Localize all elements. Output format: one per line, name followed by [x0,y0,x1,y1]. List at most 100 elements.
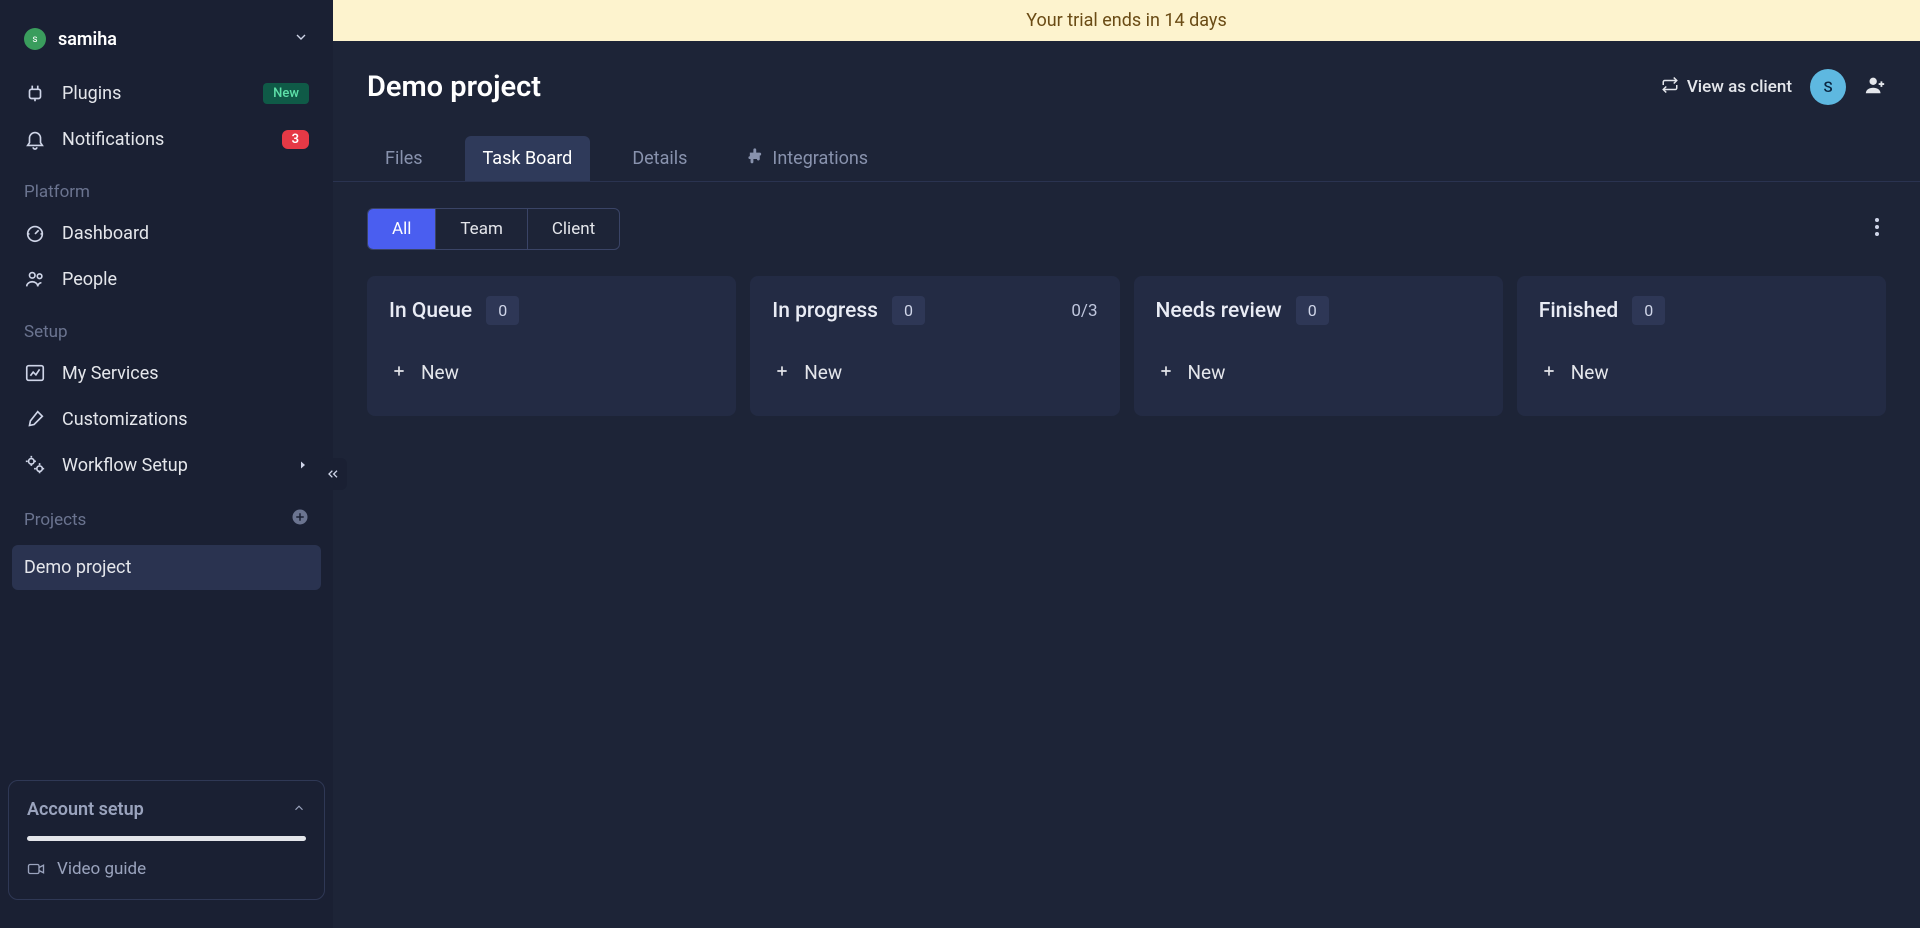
sidebar-item-label: Notifications [62,129,282,150]
page-header: Demo project View as client S [333,41,1920,117]
new-label: New [1571,361,1609,384]
section-label-platform: Platform [0,162,333,210]
column-count: 0 [892,296,925,325]
user-avatar-initial: s [32,34,37,45]
account-setup-card[interactable]: Account setup Video guide [8,780,325,900]
column-title: In Queue [389,299,472,323]
column-title: Needs review [1156,299,1282,323]
chevron-right-icon [297,459,309,471]
tab-details[interactable]: Details [614,136,705,181]
video-guide-link[interactable]: Video guide [27,859,306,879]
filter-all[interactable]: All [368,209,436,249]
sidebar-item-label: Customizations [62,409,309,430]
trial-banner-text: Your trial ends in 14 days [1026,10,1226,31]
column-in-progress: In progress 0 0/3 New [750,276,1119,416]
plus-icon [1158,361,1174,384]
chart-icon [24,362,48,384]
column-title: Finished [1539,299,1619,323]
page-title: Demo project [367,70,1661,104]
column-finished: Finished 0 New [1517,276,1886,416]
user-menu[interactable]: s samiha [0,0,333,70]
header-actions: View as client S [1661,69,1886,105]
dashboard-icon [24,222,48,244]
column-count: 0 [486,296,519,325]
sidebar-bottom: Account setup Video guide [0,780,333,928]
gears-icon [24,454,48,476]
sidebar-item-customizations[interactable]: Customizations [0,396,333,442]
column-header: Needs review 0 [1156,296,1481,325]
tab-integrations[interactable]: Integrations [729,135,886,181]
column-in-queue: In Queue 0 New [367,276,736,416]
new-label: New [1188,361,1226,384]
new-task-button[interactable]: New [1156,355,1481,390]
filter-label: All [392,219,411,239]
add-project-button[interactable] [291,508,309,531]
filter-label: Team [460,219,503,239]
sidebar-item-notifications[interactable]: Notifications 3 [0,116,333,162]
column-header: In progress 0 0/3 [772,296,1097,325]
avatar-initial: S [1823,78,1832,96]
sidebar-item-label: Dashboard [62,223,309,244]
filter-client[interactable]: Client [528,209,619,249]
new-task-button[interactable]: New [772,355,1097,390]
people-icon [24,268,48,290]
plus-icon [774,361,790,384]
project-item-demo[interactable]: Demo project [12,545,321,590]
sidebar-item-label: My Services [62,363,309,384]
column-header: In Queue 0 [389,296,714,325]
new-task-button[interactable]: New [1539,355,1864,390]
current-user-avatar[interactable]: S [1810,69,1846,105]
brush-icon [24,408,48,430]
setup-progress-bar [27,836,306,841]
new-badge: New [263,83,309,104]
collapse-sidebar-button[interactable] [319,458,347,490]
kanban-columns: In Queue 0 New In progress 0 0/3 New [367,276,1886,416]
sidebar-item-dashboard[interactable]: Dashboard [0,210,333,256]
tab-label: Files [385,148,423,169]
filter-team[interactable]: Team [436,209,528,249]
new-label: New [804,361,842,384]
sidebar-item-workflow[interactable]: Workflow Setup [0,442,333,488]
plus-icon [391,361,407,384]
column-title: In progress [772,299,878,323]
filter-row: All Team Client [367,208,1886,250]
column-limit: 0/3 [1071,301,1097,321]
section-label-projects: Projects [24,510,291,530]
sidebar-item-label: Workflow Setup [62,455,297,476]
sidebar-item-plugins[interactable]: Plugins New [0,70,333,116]
new-task-button[interactable]: New [389,355,714,390]
plus-icon [1541,361,1557,384]
invite-user-button[interactable] [1864,74,1886,100]
video-guide-label: Video guide [57,859,146,879]
filter-segment: All Team Client [367,208,620,250]
new-label: New [421,361,459,384]
projects-header: Projects [0,488,333,539]
column-needs-review: Needs review 0 New [1134,276,1503,416]
main: Your trial ends in 14 days Demo project … [333,0,1920,928]
tab-label: Integrations [772,148,868,169]
column-count: 0 [1296,296,1329,325]
user-name: samiha [58,29,293,50]
video-icon [27,860,49,878]
sidebar-item-services[interactable]: My Services [0,350,333,396]
view-as-client-button[interactable]: View as client [1661,76,1792,99]
trial-banner: Your trial ends in 14 days [333,0,1920,41]
chevron-down-icon [293,29,309,49]
view-as-client-label: View as client [1687,77,1792,97]
tab-label: Task Board [483,148,573,169]
notification-count-badge: 3 [282,130,309,149]
board-menu-button[interactable] [1868,211,1886,247]
sidebar: s samiha Plugins New Notifications 3 Pla… [0,0,333,928]
tabs: Files Task Board Details Integrations [333,117,1920,182]
swap-icon [1661,76,1679,99]
sidebar-item-people[interactable]: People [0,256,333,302]
board-area: All Team Client In Queue 0 [333,182,1920,928]
tab-label: Details [632,148,687,169]
tab-files[interactable]: Files [367,136,441,181]
filter-label: Client [552,219,595,239]
puzzle-icon [747,147,764,169]
chevron-up-icon [292,800,306,819]
bell-icon [24,128,48,150]
tab-task-board[interactable]: Task Board [465,136,591,181]
user-avatar: s [24,28,46,50]
